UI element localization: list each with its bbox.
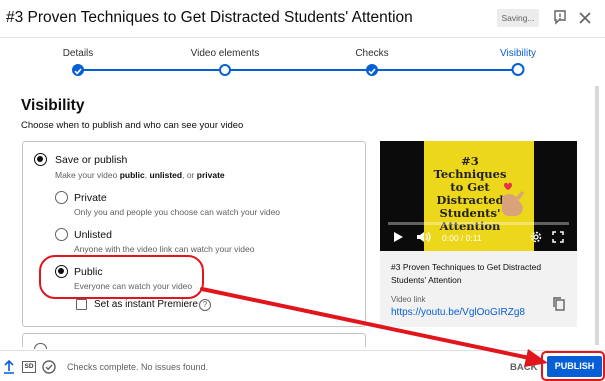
sd-badge: SD — [22, 361, 36, 373]
dialog-title: #3 Proven Techniques to Get Distracted S… — [6, 9, 413, 26]
checkmark-icon — [368, 68, 376, 75]
video-title: #3 Proven Techniques to Get Distracted S… — [391, 262, 542, 285]
private-radio[interactable] — [55, 191, 68, 204]
save-or-publish-label: Save or publish — [55, 154, 128, 166]
publish-button[interactable]: PUBLISH — [547, 356, 602, 377]
save-or-publish-description: Make your video public, unlisted, or pri… — [55, 170, 225, 180]
close-icon[interactable] — [575, 8, 595, 28]
fullscreen-icon[interactable] — [552, 231, 564, 243]
step-checks-node[interactable] — [366, 64, 378, 76]
copy-icon[interactable] — [551, 296, 567, 312]
video-player[interactable]: #3 Techniques to Get Distracted Students… — [380, 141, 577, 251]
step-video-elements-label[interactable]: Video elements — [191, 48, 260, 59]
private-description: Only you and people you choose can watch… — [74, 207, 281, 217]
checks-status-text: Checks complete. No issues found. — [67, 362, 209, 372]
annotation-highlight-public — [39, 255, 204, 299]
instant-premiere-label: Set as instant Premiere — [94, 299, 198, 310]
visibility-subtitle: Choose when to publish and who can see y… — [21, 120, 244, 131]
visibility-heading: Visibility — [21, 97, 85, 114]
video-time: 0:00 / 0:11 — [442, 233, 482, 243]
step-checks-label[interactable]: Checks — [355, 48, 388, 59]
play-icon[interactable] — [392, 231, 404, 243]
dialog-footer: SD Checks complete. No issues found. BAC… — [0, 350, 605, 381]
save-or-publish-radio[interactable] — [34, 153, 47, 166]
video-progress-bar[interactable] — [388, 222, 569, 225]
schedule-panel — [22, 333, 366, 347]
step-video-elements-node[interactable] — [219, 64, 231, 76]
upload-stepper: Details Video elements Checks Visibility — [0, 38, 605, 86]
upload-arrow-icon — [4, 360, 14, 374]
instant-premiere-checkbox[interactable] — [76, 299, 87, 310]
feedback-flag-icon[interactable] — [550, 8, 570, 28]
step-visibility-label[interactable]: Visibility — [500, 48, 536, 59]
stepper-track — [78, 69, 518, 71]
volume-icon[interactable] — [416, 231, 432, 243]
step-visibility-node[interactable] — [511, 63, 525, 76]
step-details-label[interactable]: Details — [63, 48, 94, 59]
step-details-node[interactable] — [72, 64, 84, 76]
dialog-header: #3 Proven Techniques to Get Distracted S… — [0, 0, 605, 38]
settings-gear-icon[interactable] — [530, 231, 542, 243]
unlisted-label: Unlisted — [74, 229, 112, 241]
checkmark-icon — [74, 68, 82, 75]
back-button[interactable]: BACK — [510, 362, 537, 373]
checks-complete-icon — [42, 360, 56, 374]
help-icon[interactable]: ? — [199, 299, 211, 311]
unlisted-description: Anyone with the video link can watch you… — [74, 244, 255, 254]
unlisted-radio[interactable] — [55, 228, 68, 241]
video-link[interactable]: https://youtu.be/VglOoGIRZg8 — [391, 307, 525, 318]
video-link-label: Video link — [391, 295, 426, 304]
private-label: Private — [74, 192, 107, 204]
schedule-radio[interactable] — [34, 343, 47, 349]
saving-status-badge: Saving... — [497, 9, 539, 27]
hand-heart-icon — [501, 182, 524, 216]
scrollbar[interactable] — [595, 86, 599, 345]
